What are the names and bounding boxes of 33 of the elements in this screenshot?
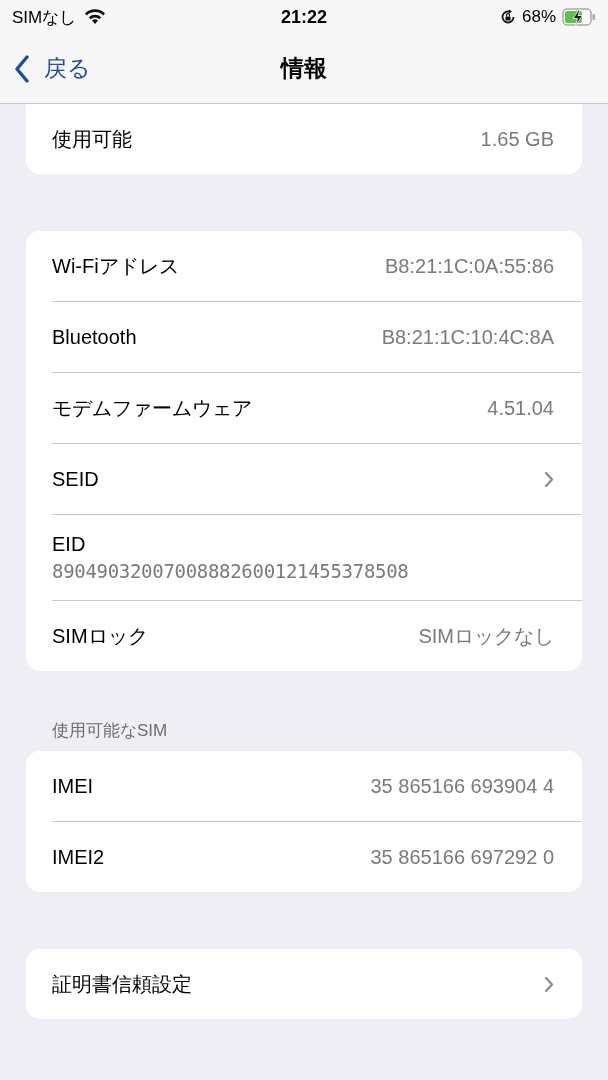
row-value: 35 865166 693904 4 <box>370 774 554 798</box>
chevron-left-icon <box>14 54 30 83</box>
row-value: B8:21:1C:10:4C:8A <box>381 325 554 349</box>
row-label: 証明書信頼設定 <box>52 971 192 997</box>
row-label: SIMロック <box>52 623 148 649</box>
row-value: 1.65 GB <box>480 127 554 151</box>
row-value: 35 865166 697292 0 <box>370 845 554 869</box>
wifi-icon <box>84 9 107 25</box>
row-value: 4.51.04 <box>487 396 554 420</box>
settings-row[interactable]: 証明書信頼設定 <box>26 949 582 1019</box>
carrier-label: SIMなし <box>12 6 77 29</box>
battery-charging-icon <box>562 8 596 26</box>
row-label: EID <box>52 533 86 556</box>
row-label: モデムファームウェア <box>52 395 252 421</box>
chevron-right-icon <box>544 470 554 488</box>
row-label: IMEI <box>52 774 94 798</box>
row-label: IMEI2 <box>52 845 105 869</box>
rotation-lock-icon <box>499 9 516 25</box>
section-header: 使用可能なSIM <box>52 720 169 741</box>
clock: 21:22 <box>281 6 327 28</box>
row-value: 89049032007008882600121455378508 <box>52 560 409 582</box>
row-label: SEID <box>52 467 99 491</box>
row-label: Bluetooth <box>52 325 137 349</box>
settings-row[interactable]: SEID <box>26 444 582 514</box>
row-value: SIMロックなし <box>418 623 554 649</box>
row-label: 使用可能 <box>52 126 132 152</box>
screen-title: 情報 <box>281 54 327 83</box>
row-label: Wi-Fiアドレス <box>52 253 179 279</box>
row-value: B8:21:1C:0A:55:86 <box>385 254 554 278</box>
battery-percent: 68% <box>521 7 556 27</box>
back-button[interactable]: 戻る <box>0 53 91 84</box>
chevron-right-icon <box>544 975 554 993</box>
back-label: 戻る <box>44 54 91 83</box>
